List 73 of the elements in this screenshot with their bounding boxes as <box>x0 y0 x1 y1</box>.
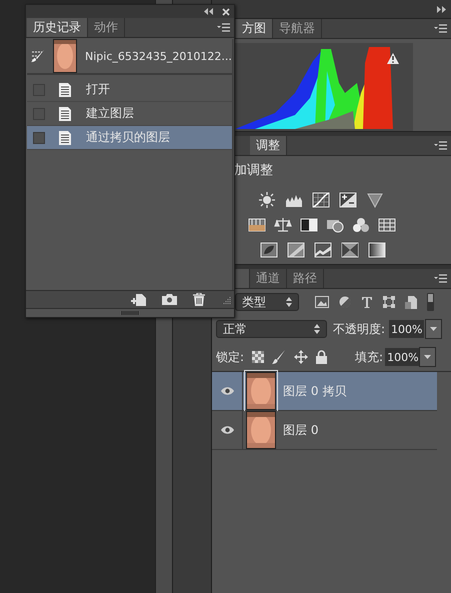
crossed-square-icon[interactable] <box>341 242 359 258</box>
lock-icon[interactable] <box>316 350 328 364</box>
filter-dropdown[interactable]: 类型 <box>235 293 299 311</box>
panel-menu-icon[interactable] <box>434 141 447 150</box>
brush-icon[interactable] <box>272 350 286 364</box>
layer-row[interactable]: 图层 0 拷贝 <box>212 372 437 411</box>
panel-menu-icon[interactable] <box>217 23 230 32</box>
history-panel-tab[interactable]: 动作 <box>88 18 125 37</box>
up-down-arrows-icon <box>286 297 292 307</box>
circles-icon[interactable] <box>352 217 370 233</box>
gradient-square-icon[interactable] <box>368 242 386 258</box>
camera-icon[interactable] <box>162 294 177 305</box>
grid-icon[interactable] <box>378 217 396 233</box>
checkerboard-icon[interactable] <box>252 351 264 363</box>
half-square-icon[interactable] <box>300 217 318 233</box>
opacity-field[interactable]: 100% <box>389 320 424 338</box>
panel-heading: 加调整 <box>234 162 273 179</box>
layers-panel-tab[interactable]: 路径 <box>287 269 324 288</box>
half-circle-icon[interactable] <box>339 296 351 308</box>
lock-label: 锁定: <box>216 348 244 366</box>
histogram-tab[interactable]: 方图 <box>236 19 273 38</box>
warning-icon[interactable] <box>387 53 399 64</box>
transform-icon[interactable] <box>383 296 395 308</box>
curve-grid-icon[interactable] <box>312 192 330 208</box>
opacity-label: 不透明度: <box>333 320 386 338</box>
history-state[interactable]: 通过拷贝的图层 <box>27 126 232 150</box>
fill-dropdown-button[interactable] <box>419 347 436 367</box>
sun-icon[interactable] <box>258 192 276 208</box>
panel-menu-icon[interactable] <box>434 274 447 283</box>
eye-icon[interactable] <box>220 387 234 395</box>
gradient-strip-icon[interactable] <box>248 217 266 233</box>
document-icon <box>59 130 71 144</box>
panel-menu-icon[interactable] <box>434 24 447 33</box>
new-document-icon[interactable] <box>131 294 146 306</box>
collapse-icon[interactable] <box>204 8 213 15</box>
filter-toggle-icon[interactable] <box>427 293 434 311</box>
fill-field[interactable]: 100% <box>385 348 420 366</box>
layer-name: 图层 0 拷贝 <box>283 382 346 400</box>
layer-row[interactable]: 图层 0 <box>212 411 437 450</box>
image-icon[interactable] <box>315 296 329 308</box>
layer-name: 图层 0 <box>283 422 318 438</box>
adjustments-tab[interactable]: 调整 <box>250 136 287 155</box>
leaf-square-icon[interactable] <box>260 242 278 258</box>
layers-panel-tab[interactable]: 通道 <box>250 269 287 288</box>
move-icon[interactable] <box>294 350 308 364</box>
close-icon[interactable] <box>222 8 230 16</box>
caret-icon <box>424 355 432 359</box>
triangle-icon[interactable] <box>366 192 384 208</box>
plus-minus-icon[interactable] <box>339 192 357 208</box>
fill-label: 填充: <box>355 348 384 366</box>
camera-icon[interactable] <box>326 217 344 233</box>
history-panel-tab[interactable]: 历史记录 <box>27 18 88 37</box>
history-state[interactable]: 打开 <box>27 78 232 102</box>
trash-icon[interactable] <box>193 293 205 306</box>
up-down-arrows-icon <box>314 324 320 334</box>
scale-icon[interactable] <box>274 217 292 233</box>
caret-icon <box>430 327 438 331</box>
history-brush-icon[interactable] <box>31 50 45 62</box>
document-icon <box>59 106 71 120</box>
resize-grip[interactable] <box>223 296 231 304</box>
opacity-dropdown-button[interactable] <box>425 319 442 339</box>
diagonal-gradient-icon[interactable] <box>287 242 305 258</box>
snapshot-name[interactable]: Nipic_6532435_2010122... <box>85 50 232 62</box>
zigzag-icon[interactable] <box>314 242 332 258</box>
smart-object-icon[interactable] <box>405 296 417 308</box>
expand-icon[interactable] <box>437 6 446 12</box>
drag-handle[interactable] <box>121 311 139 315</box>
blend-mode-dropdown[interactable]: 正常 <box>216 320 327 338</box>
eye-icon[interactable] <box>220 426 234 434</box>
histogram-tab[interactable]: 导航器 <box>273 19 322 38</box>
document-icon <box>59 82 71 96</box>
type-icon[interactable] <box>361 296 373 308</box>
checkbox[interactable] <box>33 132 45 144</box>
